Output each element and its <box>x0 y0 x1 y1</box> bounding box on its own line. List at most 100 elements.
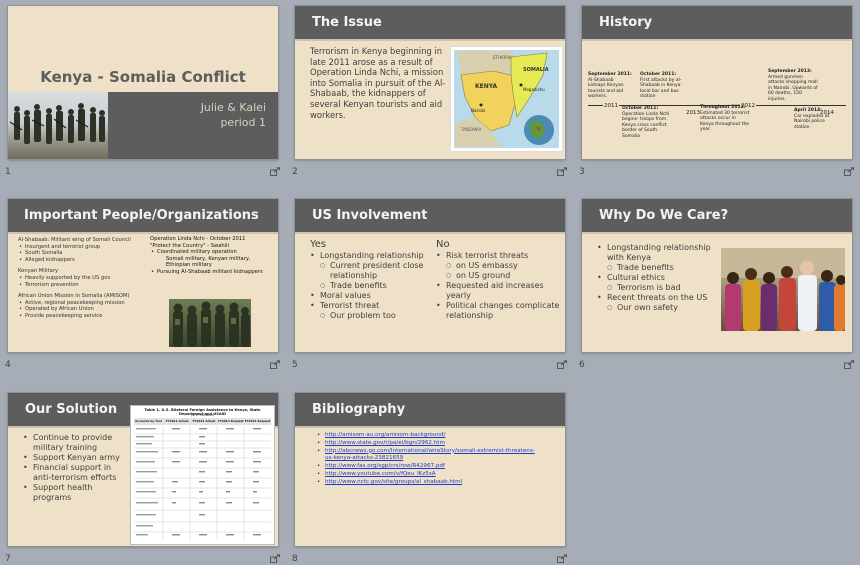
year-label-2011: 2011 <box>603 103 619 109</box>
al-shabaab-heading: Al-Shabaab: Militant wing of Somali Coun… <box>18 237 131 243</box>
map-label-nairobi: Nairobi <box>471 108 486 113</box>
slide-title: Bibliography <box>312 402 406 417</box>
event-text: First attacks by al-Shabaab in Kenya: lo… <box>640 77 682 100</box>
list-item: Terrorism prevention <box>18 282 146 289</box>
amisom-heading: African Union Mission in Somalia (AMISOM… <box>18 293 130 300</box>
list-item: Coordinated military operation <box>150 249 274 256</box>
slide-transition-icon[interactable] <box>270 360 281 369</box>
slide-thumbnail-5[interactable]: US Involvement Yes Longstanding relation… <box>295 199 565 352</box>
map-label-kenya: KENYA <box>475 83 498 90</box>
operation-heading: Operation Linda Nchi - October 2011 <box>150 236 246 242</box>
military-heading: Kenyan Military <box>18 268 59 275</box>
bibliography-link[interactable]: http://abcnews.go.com/International/wire… <box>317 448 540 464</box>
list-item: Support health programs <box>23 483 129 503</box>
slide-thumbnail-2[interactable]: The Issue Terrorism in Kenya beginning i… <box>295 6 565 159</box>
event-date: Throughout 2012: <box>700 105 746 110</box>
authors-text: Julie & Kalei <box>200 101 266 114</box>
list-item: Terrorist threat <box>310 301 432 311</box>
list-item: Longstanding relationship <box>310 251 432 261</box>
event-date: September 2013: <box>768 69 812 74</box>
timeline-event: September 2011: Al-Shabaab kidnaps Kenya… <box>588 72 632 100</box>
list-item: South Somalia <box>18 250 146 257</box>
bibliography-link[interactable]: http://www.youtube.com/v/fQeu_lKz5sA <box>317 471 562 479</box>
assistance-table-image: Table 1. U.S. Bilateral Foreign Assistan… <box>130 405 275 545</box>
event-text: Al-Shabaab kidnaps Kenyan tourists and a… <box>588 77 624 100</box>
kenya-map-image: ETHIOPIA SOMALIA KENYA Mogadishu Nairobi… <box>450 46 563 152</box>
list-subitem: Our problem too <box>310 311 432 321</box>
slide-number: 6 <box>579 360 585 370</box>
no-column: No Risk terrorist threats on US embassy … <box>436 238 560 321</box>
event-text: Operation Linda Nchi begins- troops from… <box>622 111 670 139</box>
crowd-photo <box>721 248 845 331</box>
table-header-cell: FY2012 Actual <box>192 419 216 423</box>
right-column: Operation Linda Nchi - October 2011 "Pro… <box>150 236 274 276</box>
issue-body-text: Terrorism in Kenya beginning in late 201… <box>310 46 446 120</box>
slide-number: 1 <box>5 167 11 177</box>
list-item: Requested aid increases yearly <box>436 281 560 301</box>
list-item: Longstanding relationship with Kenya <box>597 243 719 263</box>
bibliography-link[interactable]: http://www.fas.org/sgp/crs/row/R42967.pd… <box>317 463 562 471</box>
soldiers-photo <box>169 299 251 347</box>
event-text: Estimated 30 terrorist attacks occur in … <box>700 110 750 133</box>
slide-thumbnail-3[interactable]: History September 2011: Al-Shabaab kidna… <box>582 6 852 159</box>
period-text: period 1 <box>220 116 266 129</box>
list-item: Heavily supported by the US gov <box>18 275 146 282</box>
event-date: April 2014: <box>794 108 822 113</box>
bibliography-list: http://amisom-au.org/amisom-background/ … <box>317 432 562 487</box>
event-date: September 2011: <box>588 72 632 77</box>
slide-thumbnail-6[interactable]: Why Do We Care? Longstanding relationshi… <box>582 199 852 352</box>
slide-number: 4 <box>5 360 11 370</box>
soldiers-photo <box>8 92 108 159</box>
list-item: Operated by African Union <box>18 306 146 313</box>
slide-title: Kenya - Somalia Conflict <box>40 68 246 86</box>
list-item: Insurgent and terrorist group <box>18 244 146 251</box>
bibliography-link[interactable]: http://www.state.gov/r/pa/ei/bgn/2962.ht… <box>317 440 562 448</box>
slide-transition-icon[interactable] <box>270 554 281 563</box>
timeline-event: September 2013: Armed gunmen attacks sho… <box>768 69 818 102</box>
event-text: Car explodes at Nairobi police station <box>794 113 830 130</box>
slide-number: 2 <box>292 167 298 177</box>
map-label-mogadishu: Mogadishu <box>523 87 545 92</box>
slide-transition-icon[interactable] <box>557 167 568 176</box>
slide-title: History <box>599 15 653 30</box>
slide-header: Bibliography <box>295 393 565 428</box>
list-subitem: Somali military, Kenyan military, Ethiop… <box>166 255 251 269</box>
timeline-event: October 2011: Operation Linda Nchi begin… <box>622 106 672 139</box>
timeline-event: April 2014: Car explodes at Nairobi poli… <box>794 108 840 130</box>
list-subitem: Trade benefits <box>597 263 719 273</box>
slide-thumbnail-7[interactable]: Our Solution Continue to provide militar… <box>8 393 278 546</box>
table-header-cell: FY2011 Actual <box>165 419 189 423</box>
list-item: Support Kenyan army <box>23 453 129 463</box>
slide-header: US Involvement <box>295 199 565 234</box>
slide-transition-icon[interactable] <box>557 554 568 563</box>
slide-thumbnail-8[interactable]: Bibliography http://amisom-au.org/amisom… <box>295 393 565 546</box>
list-item: Risk terrorist threats <box>436 251 560 261</box>
slide-thumbnail-4[interactable]: Important People/Organizations Al-Shabaa… <box>8 199 278 352</box>
table-subtitle: ($ in millions) <box>190 413 215 417</box>
timeline-event: Throughout 2012: Estimated 30 terrorist … <box>700 105 750 133</box>
slide-transition-icon[interactable] <box>557 360 568 369</box>
list-item: Active, regional peacekeeping mission <box>18 300 146 307</box>
slide-header: Important People/Organizations <box>8 199 278 234</box>
left-column: Al-Shabaab: Militant wing of Somali Coun… <box>18 237 146 320</box>
operation-subheading: "Protect the Country" - Swahili <box>150 242 230 249</box>
slide-header: History <box>582 6 852 41</box>
slide-transition-icon[interactable] <box>844 167 855 176</box>
yes-label: Yes <box>310 239 327 250</box>
bibliography-link[interactable]: http://amisom-au.org/amisom-background/ <box>317 432 562 440</box>
list-item: Recent threats on the US <box>597 293 719 303</box>
list-item: Moral values <box>310 291 432 301</box>
slide-number: 7 <box>5 554 11 564</box>
slide-title: Why Do We Care? <box>599 208 729 223</box>
slide-transition-icon[interactable] <box>844 360 855 369</box>
list-subitem: Our own safety <box>597 303 719 313</box>
list-subitem: on US embassy <box>436 261 560 271</box>
slide-thumbnail-1[interactable]: Kenya - Somalia Conflict Julie & Kalei p… <box>8 6 278 159</box>
solution-list: Continue to provide military training Su… <box>23 433 129 503</box>
slide-number: 5 <box>292 360 298 370</box>
list-subitem: Current president close relationship <box>310 261 432 281</box>
slide-transition-icon[interactable] <box>270 167 281 176</box>
list-item: Provide peacekeeping service <box>18 313 146 320</box>
bibliography-link[interactable]: http://www.nctc.gov/site/groups/al_shaba… <box>317 479 562 487</box>
table-header-cell: Accounts by Year <box>135 419 163 423</box>
